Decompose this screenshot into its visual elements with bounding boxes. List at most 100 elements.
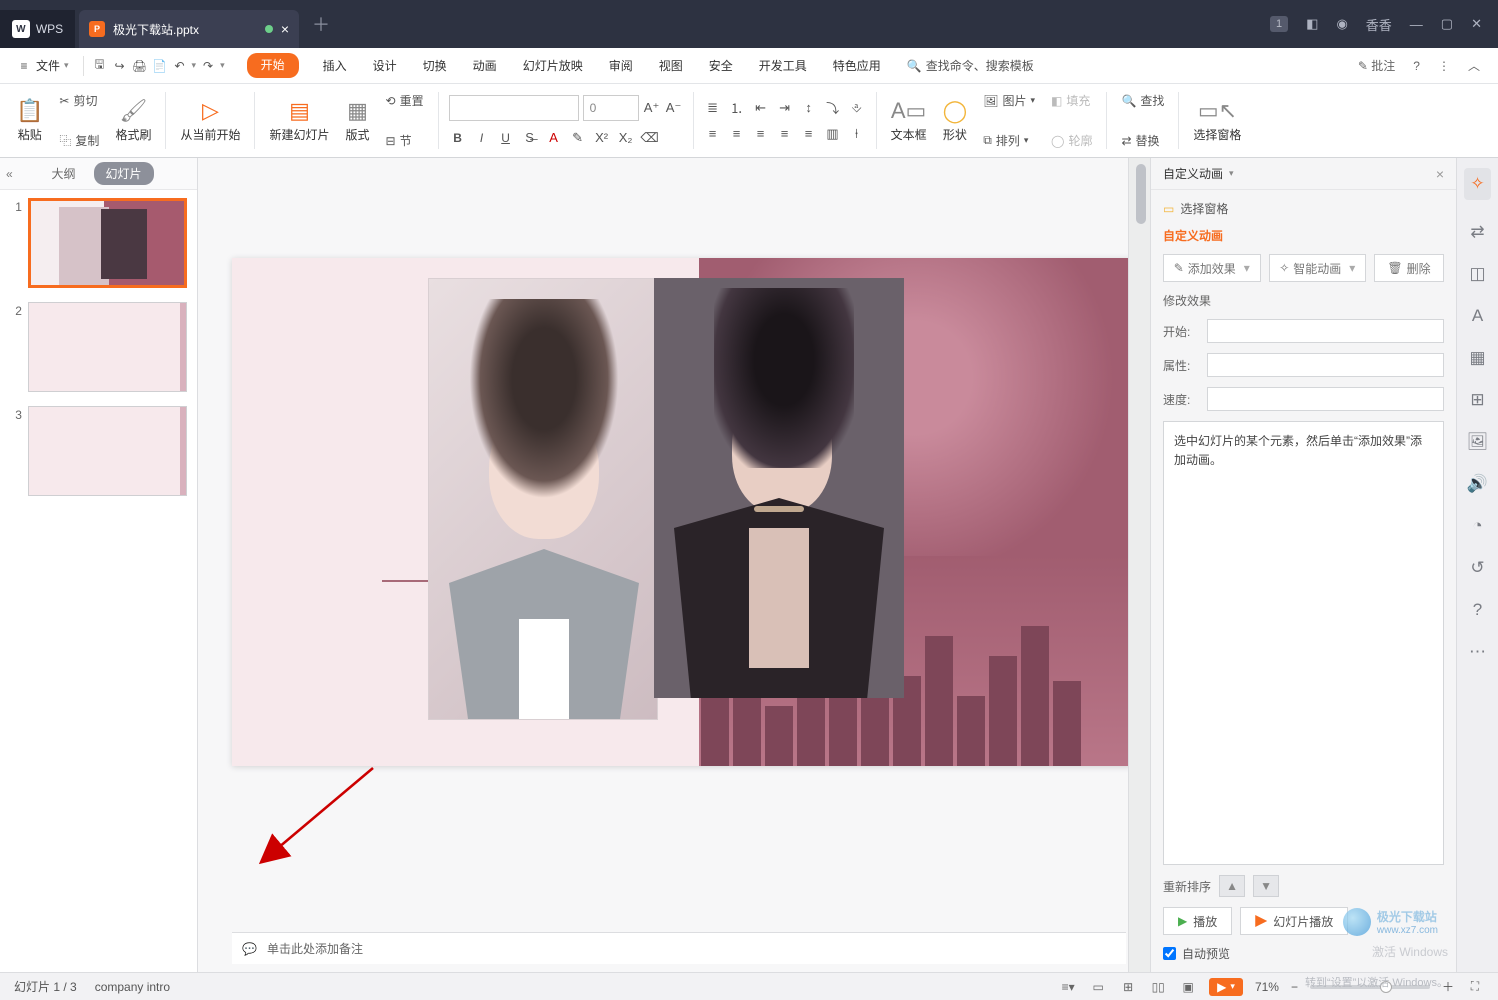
increase-font-icon[interactable]: A⁺	[643, 99, 661, 117]
align-center-icon[interactable]: ≡	[728, 125, 746, 143]
tab-devtools[interactable]: 开发工具	[757, 53, 809, 78]
cut-button[interactable]: ✂剪切	[55, 90, 103, 111]
print-icon[interactable]: 🖨	[132, 58, 148, 74]
layout-button[interactable]: ▦版式	[337, 88, 377, 153]
subscript-icon[interactable]: X₂	[617, 129, 635, 147]
zoom-value[interactable]: 71%	[1255, 980, 1279, 994]
vertical-scrollbar[interactable]	[1128, 158, 1150, 972]
side-more-icon[interactable]: ⋯	[1469, 642, 1486, 662]
arrange-button[interactable]: ⧉排列▾	[979, 130, 1039, 151]
indent-dec-icon[interactable]: ⇤	[752, 99, 770, 117]
save-as-icon[interactable]: ↪	[112, 58, 128, 74]
tab-animation[interactable]: 动画	[471, 53, 499, 78]
slide-thumb-2[interactable]: 2	[10, 302, 187, 392]
undo-icon[interactable]: ↶	[172, 58, 188, 74]
tab-special[interactable]: 特色应用	[831, 53, 883, 78]
user-avatar-icon[interactable]: ◉	[1336, 16, 1347, 32]
reading-view-icon[interactable]: ▯▯	[1149, 978, 1167, 996]
speed-select[interactable]	[1207, 387, 1444, 411]
tab-transition[interactable]: 切换	[421, 53, 449, 78]
help-icon[interactable]: ?	[1413, 59, 1420, 73]
bullets-icon[interactable]: ≣	[704, 99, 722, 117]
tab-design[interactable]: 设计	[371, 53, 399, 78]
font-color-icon[interactable]: A	[545, 129, 563, 147]
sorter-view-icon[interactable]: ⊞	[1119, 978, 1137, 996]
new-tab-button[interactable]: ＋	[305, 8, 337, 40]
slide-thumb-1[interactable]: 1	[10, 198, 187, 288]
property-select[interactable]	[1207, 353, 1444, 377]
ribbon-options-icon[interactable]: ⋮	[1438, 59, 1450, 73]
tab-insert[interactable]: 插入	[321, 53, 349, 78]
photo-right[interactable]	[654, 278, 904, 698]
distribute-icon[interactable]: ≡	[800, 125, 818, 143]
save-icon[interactable]: 🖫	[92, 58, 108, 74]
text-direction-icon[interactable]: ⤵	[824, 99, 842, 117]
side-object-icon[interactable]: ▦	[1469, 348, 1485, 368]
highlight-icon[interactable]: ✎	[569, 129, 587, 147]
collapse-panel-icon[interactable]: «	[6, 167, 13, 181]
select-pane-link[interactable]: ▭ 选择窗格	[1163, 200, 1444, 217]
slideshow-button[interactable]: 幻灯片播放	[1240, 907, 1348, 935]
print-preview-icon[interactable]: 📄	[152, 58, 168, 74]
columns-icon[interactable]: ▥	[824, 125, 842, 143]
shapes-button[interactable]: ◯形状	[935, 88, 976, 153]
replace-button[interactable]: ⇄替换	[1117, 130, 1168, 151]
slideshow-view-icon[interactable]: ▣	[1179, 978, 1197, 996]
slide-thumb-3[interactable]: 3	[10, 406, 187, 496]
superscript-icon[interactable]: X²	[593, 129, 611, 147]
delete-effect-button[interactable]: 🗑删除	[1374, 254, 1444, 282]
app-menu-button[interactable]: ≡文件▾	[10, 53, 75, 78]
reset-button[interactable]: ⟲重置	[382, 90, 428, 111]
strike-icon[interactable]: S̶	[521, 129, 539, 147]
smart-anim-button[interactable]: ✧智能动画▾	[1269, 254, 1367, 282]
theme-icon[interactable]: ◧	[1306, 16, 1318, 32]
close-pane-icon[interactable]: ×	[1436, 166, 1444, 182]
underline-icon[interactable]: U	[497, 129, 515, 147]
notes-toggle-icon[interactable]: ≡▾	[1059, 978, 1077, 996]
close-tab-icon[interactable]: ×	[281, 21, 289, 37]
side-animation-icon[interactable]: ✧	[1464, 168, 1490, 200]
scroll-thumb[interactable]	[1136, 164, 1146, 224]
side-template-icon[interactable]: ⊞	[1470, 390, 1484, 410]
side-history-icon[interactable]: ↺	[1470, 558, 1484, 578]
outline-button[interactable]: ◯轮廓	[1047, 130, 1096, 151]
photo-left[interactable]	[428, 278, 658, 720]
clear-format-icon[interactable]: ⌫	[641, 129, 659, 147]
side-tools-icon[interactable]: ◔	[1472, 516, 1482, 536]
font-size-combo[interactable]	[583, 95, 639, 121]
side-transition-icon[interactable]: ⇄	[1470, 222, 1484, 242]
normal-view-icon[interactable]: ▭	[1089, 978, 1107, 996]
fill-button[interactable]: ◧填充	[1047, 90, 1096, 111]
tab-review[interactable]: 审阅	[607, 53, 635, 78]
indent-inc-icon[interactable]: ⇥	[776, 99, 794, 117]
from-current-button[interactable]: ▷从当前开始	[172, 88, 248, 153]
window-minimize-icon[interactable]: —	[1410, 17, 1423, 32]
select-pane-button[interactable]: ▭↖选择窗格	[1185, 88, 1249, 153]
outline-tab[interactable]: 大纲	[43, 162, 83, 185]
play-slideshow-button[interactable]: ▶▾	[1209, 978, 1243, 996]
wps-home-tab[interactable]: W WPS	[0, 10, 75, 48]
side-design-icon[interactable]: ◫	[1469, 264, 1485, 284]
align-left-icon[interactable]: ≡	[704, 125, 722, 143]
play-button[interactable]: ▶播放	[1163, 907, 1232, 935]
font-name-combo[interactable]	[449, 95, 579, 121]
comments-button[interactable]: ✎ 批注	[1358, 57, 1395, 74]
notification-badge[interactable]: 1	[1270, 16, 1288, 32]
picture-button[interactable]: 🖼图片▾	[979, 90, 1039, 111]
tab-security[interactable]: 安全	[707, 53, 735, 78]
add-effect-button[interactable]: ✎添加效果▾	[1163, 254, 1261, 282]
start-select[interactable]	[1207, 319, 1444, 343]
window-maximize-icon[interactable]: ▢	[1441, 16, 1453, 32]
side-audio-icon[interactable]: 🔊	[1467, 474, 1488, 494]
move-up-button[interactable]: ▲	[1219, 875, 1245, 897]
side-help-icon[interactable]: ?	[1473, 600, 1482, 620]
find-button[interactable]: 🔍查找	[1117, 90, 1168, 111]
numbering-icon[interactable]: ⒈	[728, 99, 746, 117]
italic-icon[interactable]: I	[473, 129, 491, 147]
align-right-icon[interactable]: ≡	[752, 125, 770, 143]
section-button[interactable]: ⊟节	[382, 130, 428, 151]
notes-bar[interactable]: 💬 单击此处添加备注	[232, 932, 1126, 964]
textbox-button[interactable]: A▭文本框	[883, 88, 935, 153]
side-font-icon[interactable]: A	[1472, 306, 1483, 326]
slide[interactable]	[232, 258, 1132, 766]
